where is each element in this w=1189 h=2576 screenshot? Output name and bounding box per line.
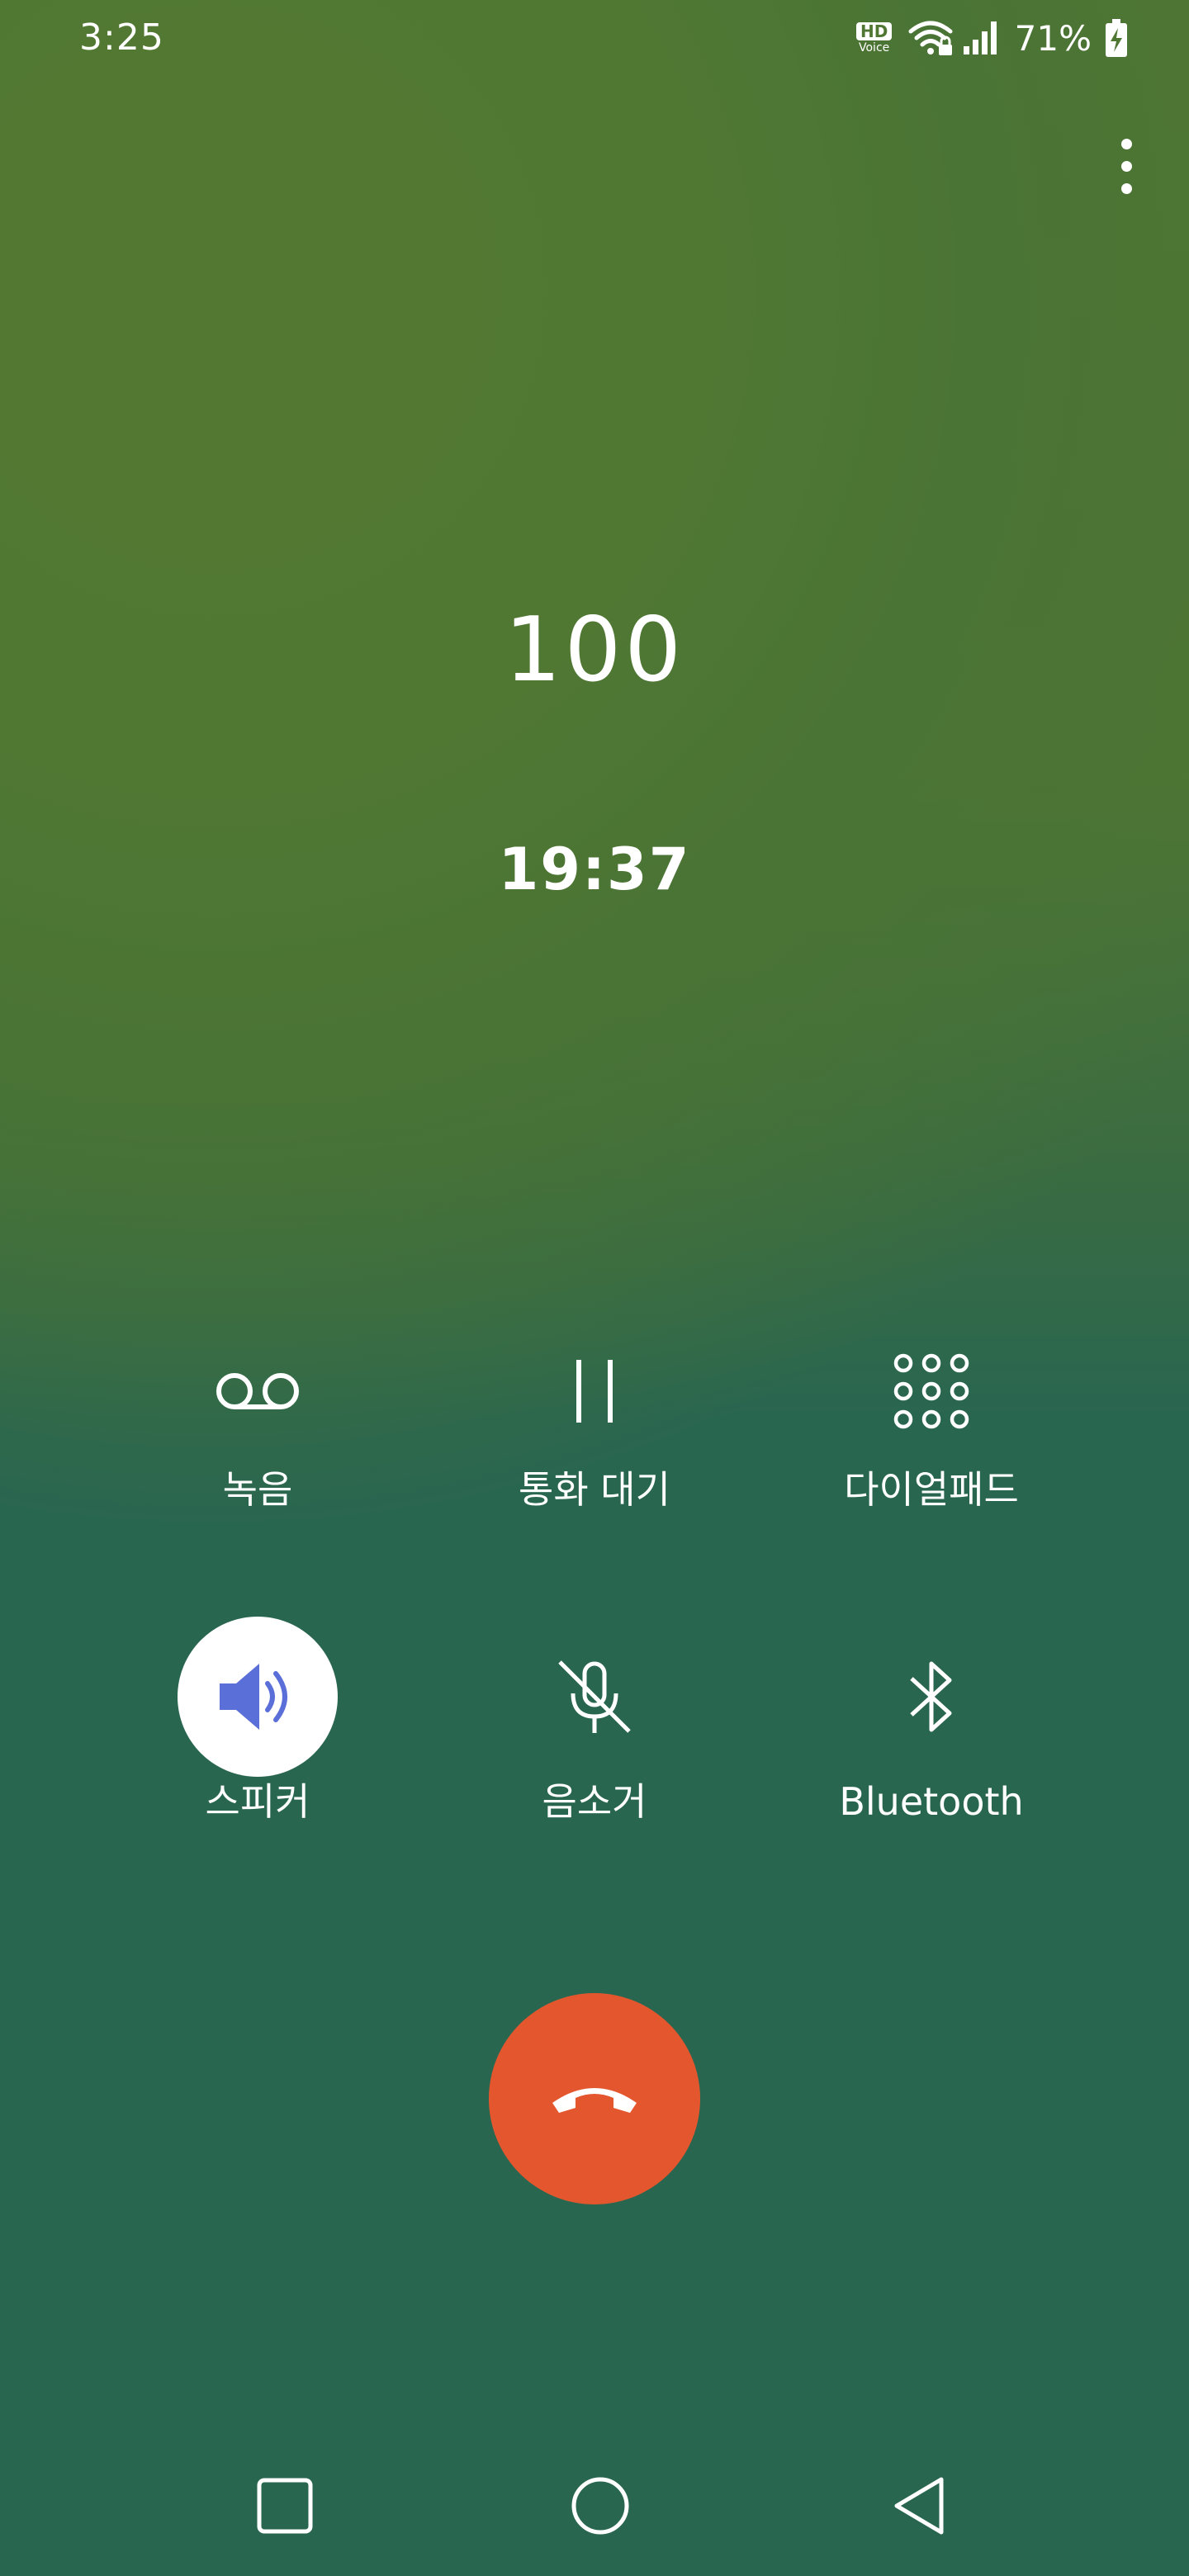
speaker-button[interactable]: 스피커 <box>92 1617 423 1826</box>
record-label: 녹음 <box>222 1467 293 1512</box>
hd-voice-icon: HD Voice <box>855 22 894 54</box>
bluetooth-label: Bluetooth <box>839 1779 1024 1824</box>
status-icons: HD Voice 71% <box>855 15 1128 61</box>
more-options-dot <box>1120 182 1132 194</box>
dialpad-icon <box>893 1353 969 1429</box>
more-options-dot <box>1120 160 1132 172</box>
hold-label: 통화 대기 <box>519 1467 670 1512</box>
dialpad-button[interactable]: 다이얼패드 <box>766 1311 1097 1514</box>
battery-percent: 71% <box>1014 17 1092 59</box>
nav-back-button[interactable] <box>874 2460 964 2551</box>
voicemail-icon <box>216 1373 299 1409</box>
square-icon <box>257 2478 313 2534</box>
hold-button[interactable]: 통화 대기 <box>429 1311 760 1514</box>
mute-button[interactable]: 음소거 <box>429 1617 760 1826</box>
bluetooth-icon <box>910 1661 952 1732</box>
nav-recents-button[interactable] <box>239 2460 330 2551</box>
more-options-button[interactable] <box>1093 121 1159 211</box>
status-time: 3:25 <box>79 17 164 59</box>
end-call-button[interactable] <box>489 1993 700 2204</box>
hd-badge: HD <box>855 22 893 40</box>
dialpad-label: 다이얼패드 <box>844 1467 1019 1512</box>
nav-home-button[interactable] <box>555 2460 646 2551</box>
speaker-active-indicator <box>178 1617 338 1777</box>
circle-icon <box>571 2477 629 2535</box>
signal-icon <box>963 21 997 54</box>
bluetooth-icon-wrap <box>851 1617 1011 1777</box>
call-duration: 19:37 <box>498 836 691 903</box>
back-triangle-icon <box>894 2477 944 2535</box>
bluetooth-button[interactable]: Bluetooth <box>766 1617 1097 1826</box>
record-icon-wrap <box>178 1311 338 1471</box>
speaker-label: 스피커 <box>205 1779 310 1824</box>
caller-number: 100 <box>504 599 685 702</box>
record-button[interactable]: 녹음 <box>92 1311 423 1514</box>
hold-icon-wrap <box>514 1311 675 1471</box>
mute-icon-wrap <box>514 1617 675 1777</box>
battery-charging-icon <box>1106 19 1127 57</box>
wifi-icon <box>908 21 953 55</box>
voice-badge: Voice <box>859 41 890 54</box>
mute-label: 음소거 <box>542 1779 647 1824</box>
dialpad-icon-wrap <box>851 1311 1011 1471</box>
mic-off-icon <box>558 1660 631 1733</box>
more-options-icon <box>1120 138 1132 149</box>
speaker-icon <box>220 1664 287 1730</box>
pause-icon <box>576 1360 613 1423</box>
call-end-icon <box>552 2088 637 2113</box>
